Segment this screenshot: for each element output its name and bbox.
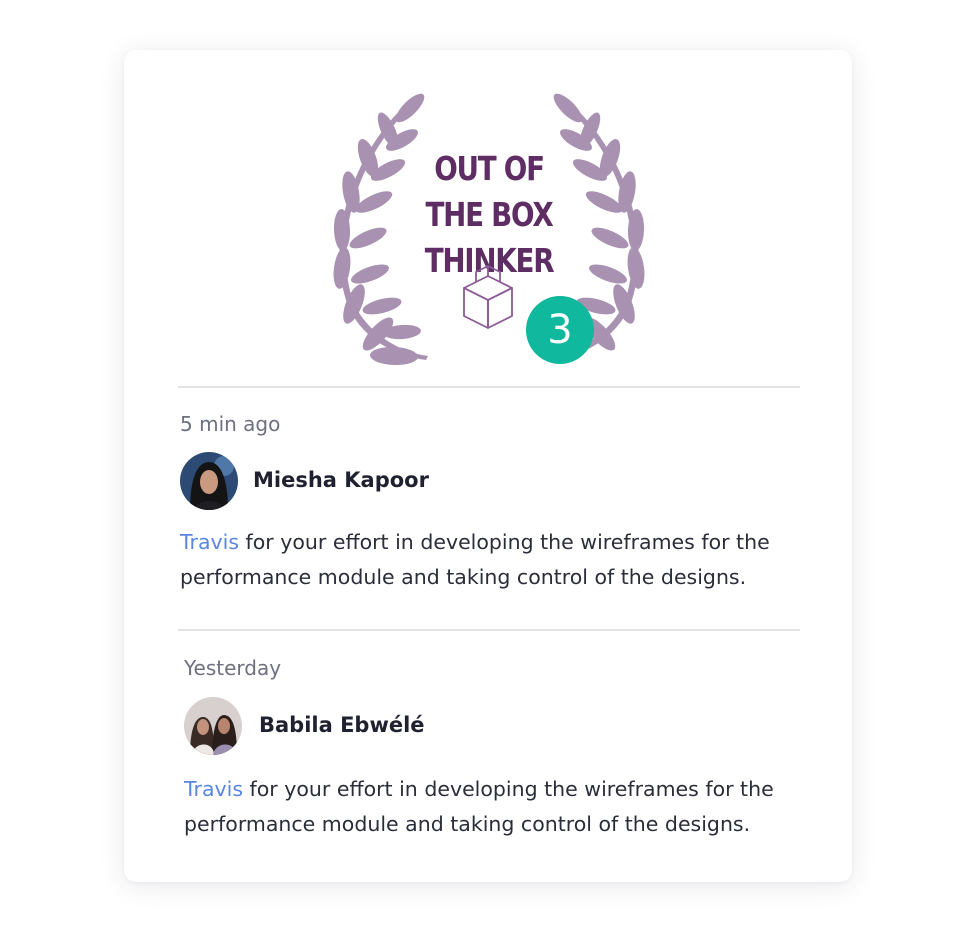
message-text: performance module and taking control of… (184, 812, 751, 836)
avatar[interactable] (184, 697, 242, 755)
award-count-badge: 3 (526, 296, 594, 364)
recognition-message: Travis for your effort in developing the… (180, 525, 825, 595)
award-badge: OUT OF THE BOX THINKER (324, 93, 654, 376)
timestamp: Yesterday (184, 656, 282, 680)
recognition-message: Travis for your effort in developing the… (184, 772, 829, 842)
divider (178, 629, 800, 631)
user-mention-link[interactable]: Travis (184, 777, 243, 801)
user-photo-icon (184, 697, 242, 755)
timestamp: 5 min ago (180, 412, 281, 436)
message-text: performance module and taking control of… (180, 565, 747, 589)
author-name[interactable]: Miesha Kapoor (253, 468, 429, 492)
box-icon (463, 265, 513, 329)
user-mention-link[interactable]: Travis (180, 530, 239, 554)
divider (178, 386, 800, 388)
author-name[interactable]: Babila Ebwélé (259, 713, 425, 737)
user-photo-icon (180, 452, 238, 510)
avatar[interactable] (180, 452, 238, 510)
message-text: for your effort in developing the wirefr… (239, 530, 770, 554)
message-text: for your effort in developing the wirefr… (243, 777, 774, 801)
recognition-card: OUT OF THE BOX THINKER 3 5 min ago Miesh… (124, 50, 852, 882)
